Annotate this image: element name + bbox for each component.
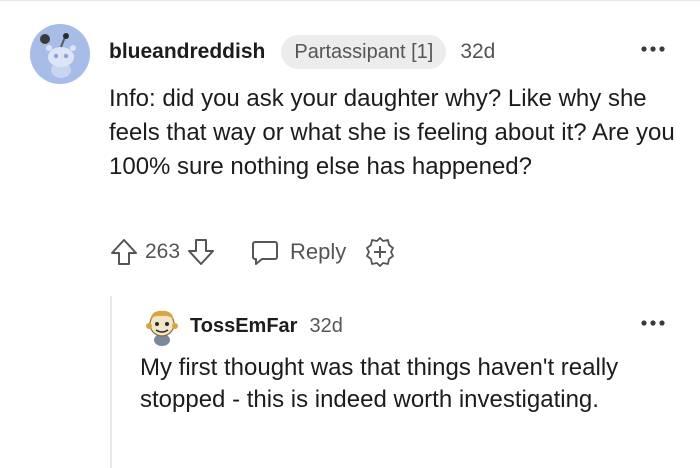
more-options-icon [641, 320, 665, 326]
downvote-arrow-icon [188, 239, 215, 265]
comment-age: 32d [460, 40, 496, 63]
reply-username[interactable]: TossEmFar [190, 315, 297, 338]
avatar[interactable] [30, 24, 90, 84]
comment-meta: blueandreddish Partassipant [1] 32d [109, 34, 495, 70]
downvote-button[interactable] [186, 237, 216, 267]
award-plus-icon [366, 237, 395, 267]
more-options-icon [641, 46, 665, 52]
vote-score: 263 [145, 240, 181, 263]
award-button[interactable] [364, 236, 396, 268]
reply-more-options-button[interactable] [640, 316, 666, 330]
comment-username[interactable]: blueandreddish [109, 40, 265, 64]
upvote-button[interactable] [109, 237, 139, 267]
thread-line[interactable] [110, 296, 112, 468]
comment-actions: 263 Reply [109, 232, 396, 272]
reply-age: 32d [309, 314, 343, 337]
custom-avatar-icon [146, 310, 178, 346]
reply-body: My first thought was that things haven't… [140, 354, 619, 413]
upvote-arrow-icon [111, 239, 137, 265]
reply-button[interactable]: Reply [250, 237, 346, 267]
reply-meta: TossEmFar 32d [190, 312, 343, 340]
snoo-avatar-icon [30, 24, 90, 84]
top-divider [0, 0, 700, 1]
reply-avatar[interactable] [142, 306, 182, 346]
comment-body: Info: did you ask your daughter why? Lik… [109, 85, 675, 180]
more-options-button[interactable] [640, 42, 666, 56]
reply-label: Reply [290, 239, 347, 264]
user-flair-badge: Partassipant [1] [281, 35, 447, 69]
reply-bubble-icon [252, 241, 279, 265]
